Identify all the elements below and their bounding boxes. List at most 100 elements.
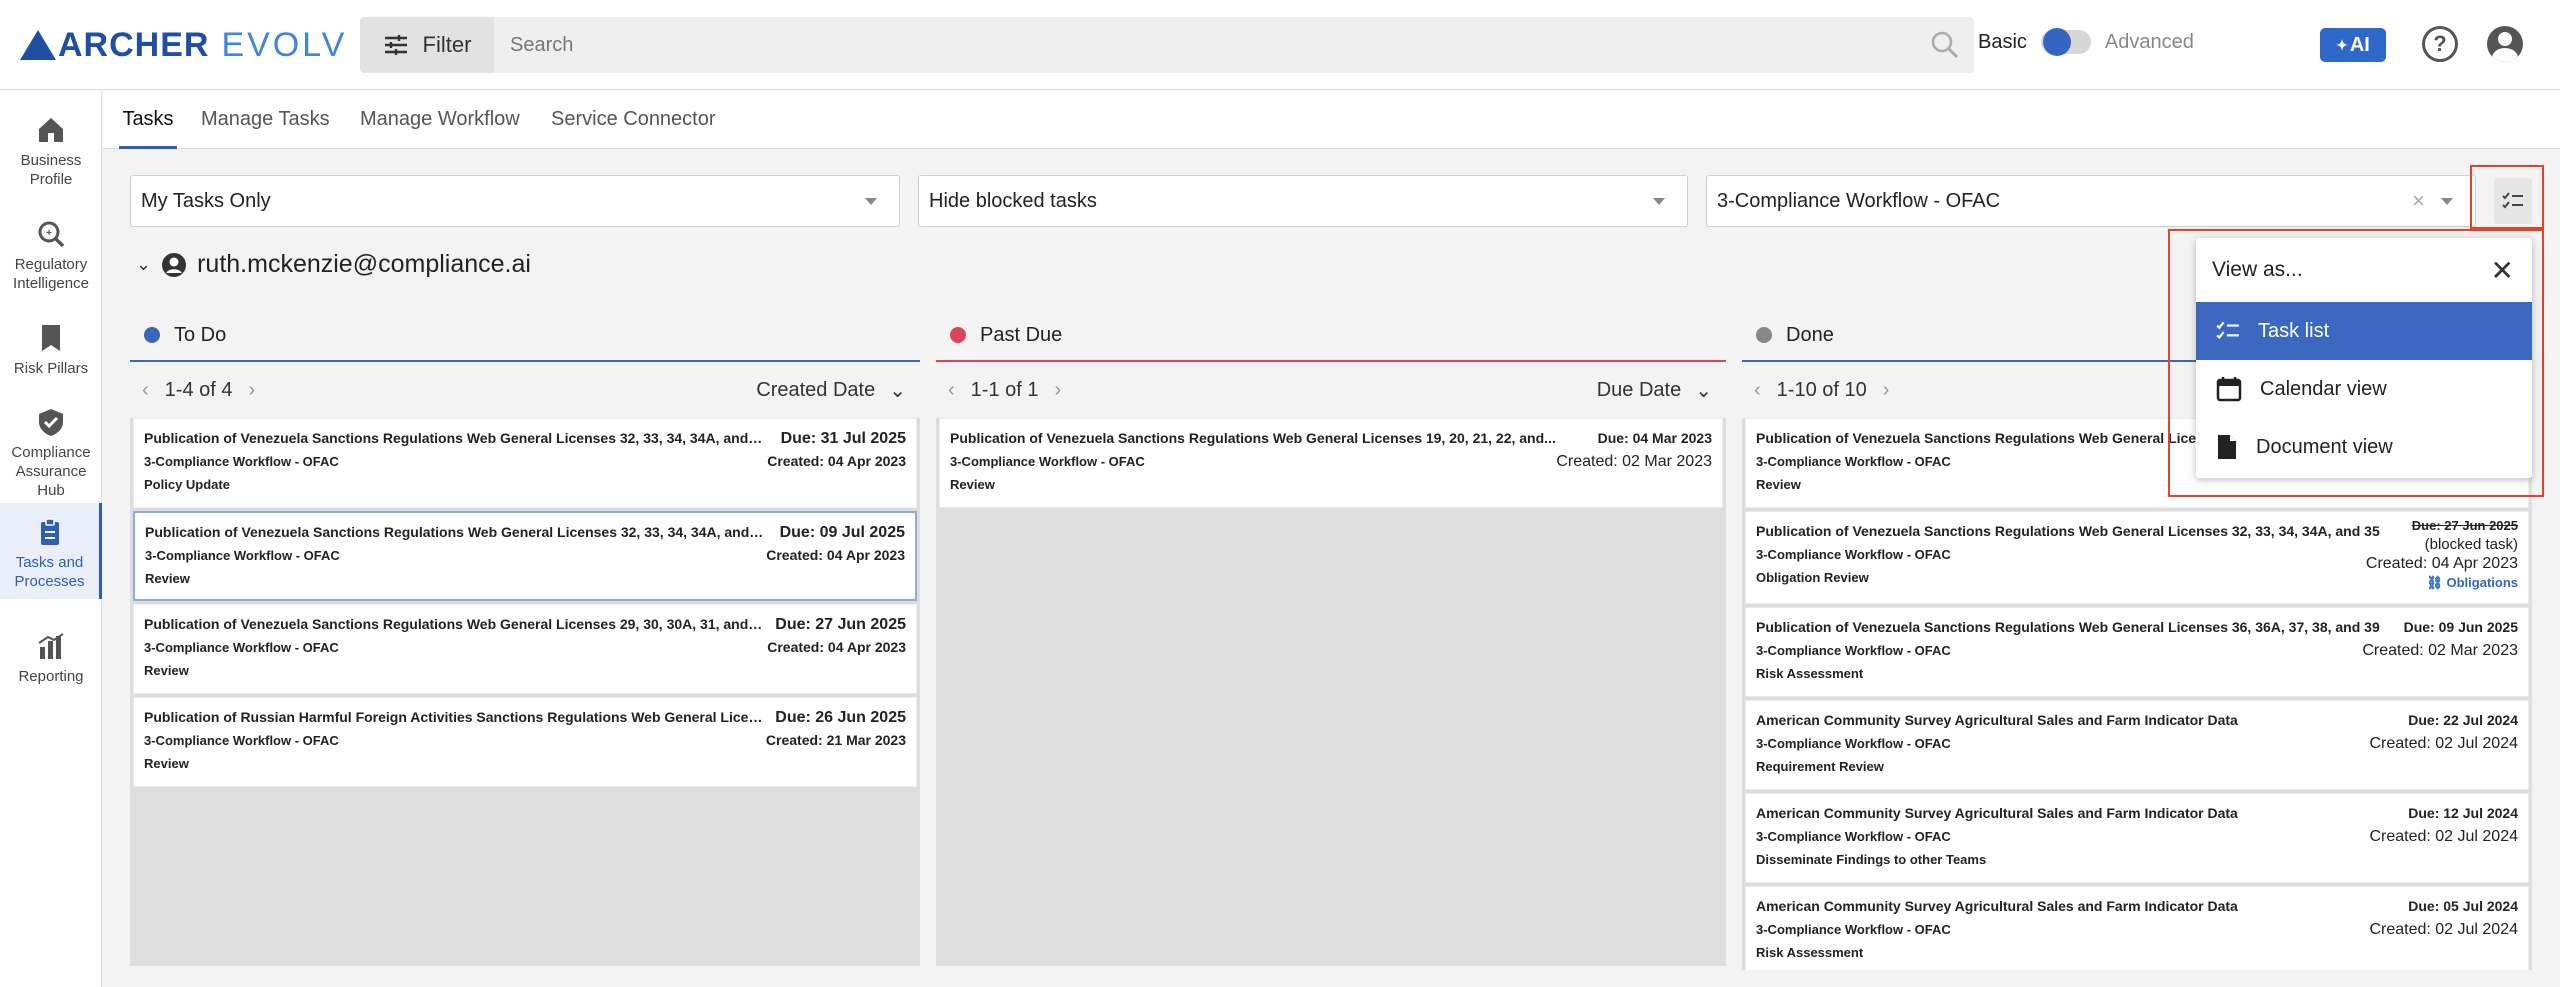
ai-button[interactable]: ✦ AI <box>2320 28 2386 62</box>
task-title: Publication of Venezuela Sanctions Regul… <box>1756 523 2380 539</box>
task-card[interactable]: Publication of Venezuela Sanctions Regul… <box>1745 511 2529 604</box>
task-card[interactable]: Publication of Venezuela Sanctions Regul… <box>1745 607 2529 697</box>
tab-service-connector[interactable]: Service Connector <box>551 91 716 149</box>
blocked-tasks-value: Hide blocked tasks <box>929 189 1097 212</box>
chevron-left-icon[interactable]: ‹ <box>1754 379 1761 402</box>
task-card[interactable]: American Community Survey Agricultural S… <box>1745 700 2529 790</box>
tab-bar: Tasks Manage Tasks Manage Workflow Servi… <box>103 91 2560 149</box>
sidebar-item-label: Compliance Assurance Hub <box>11 444 91 499</box>
column-title: Done <box>1786 323 1834 346</box>
user-email: ruth.mckenzie@compliance.ai <box>197 250 531 278</box>
sidebar-item-risk-pillars[interactable]: Risk Pillars <box>0 313 102 388</box>
chevron-left-icon[interactable]: ‹ <box>948 379 955 402</box>
column-todo: To Do ‹ 1-4 of 4 › Created Date ⌄ Publica… <box>130 310 920 970</box>
card-list: Publication of Venezuela Sanctions Regul… <box>130 418 920 966</box>
mode-switch[interactable] <box>2040 28 2091 56</box>
chevron-down-icon: ⌄ <box>889 379 906 402</box>
task-card[interactable]: Publication of Venezuela Sanctions Regul… <box>133 418 917 508</box>
chevron-down-icon <box>865 198 877 205</box>
chevron-left-icon[interactable]: ‹ <box>142 379 149 402</box>
sidebar-item-reporting[interactable]: Reporting <box>0 621 102 696</box>
sidebar-item-regulatory-intelligence[interactable]: + Regulatory Intelligence <box>0 209 102 303</box>
tab-tasks[interactable]: Tasks <box>119 91 177 149</box>
task-created: Created: 04 Apr 2023 <box>2365 555 2518 572</box>
highlight-box-view-button <box>2470 165 2544 229</box>
task-card[interactable]: Publication of Venezuela Sanctions Regul… <box>133 604 917 694</box>
column-pager: ‹ 1-1 of 1 › Due Date ⌄ <box>936 362 1726 418</box>
sidebar-item-tasks-and-processes[interactable]: Tasks and Processes <box>0 503 102 599</box>
search-icon: + <box>38 221 65 248</box>
chevron-down-icon <box>1653 198 1665 205</box>
sort-select[interactable]: Created Date ⌄ <box>756 378 906 403</box>
task-step: Review <box>144 756 189 771</box>
task-title: Publication of Venezuela Sanctions Regul… <box>950 430 1556 446</box>
task-created: Created: 04 Apr 2023 <box>767 453 906 469</box>
task-due: Due: 04 Mar 2023 <box>1597 430 1712 446</box>
column-header: To Do <box>130 310 920 362</box>
task-card[interactable]: Publication of Venezuela Sanctions Regul… <box>939 418 1723 508</box>
task-step: Review <box>950 477 995 492</box>
workflow-select[interactable]: 3-Compliance Workflow - OFAC × <box>1706 175 2476 227</box>
search-input[interactable] <box>508 32 1930 58</box>
filter-label: Filter <box>422 32 472 57</box>
obligations-link[interactable]: ⛓ Obligations <box>2366 573 2518 592</box>
chevron-down-icon[interactable]: ⌄ <box>136 254 151 275</box>
task-title: American Community Survey Agricultural S… <box>1756 805 2238 821</box>
chevron-right-icon[interactable]: › <box>249 379 256 402</box>
task-card[interactable]: Publication of Venezuela Sanctions Regul… <box>133 511 917 601</box>
task-due: Due: 09 Jul 2025 <box>779 524 905 541</box>
blocked-tasks-select[interactable]: Hide blocked tasks <box>918 175 1688 227</box>
task-title: Publication of Venezuela Sanctions Regul… <box>1756 619 2380 635</box>
task-created: Created: 02 Mar 2023 <box>2362 642 2518 659</box>
task-title: Publication of Venezuela Sanctions Regul… <box>144 430 764 446</box>
task-step: Risk Assessment <box>1756 666 1864 681</box>
chevron-right-icon[interactable]: › <box>1055 379 1062 402</box>
ai-label: AI <box>2349 33 2370 56</box>
archer-evolv-logo[interactable]: ARCHER EVOLV <box>20 26 347 64</box>
task-created: Created: 04 Apr 2023 <box>766 547 905 563</box>
workflow-value: 3-Compliance Workflow - OFAC <box>1717 189 2001 212</box>
task-due: Due: 26 Jun 2025 <box>775 709 906 726</box>
highlight-box-view-menu <box>2168 229 2544 497</box>
task-owner-value: My Tasks Only <box>141 189 271 212</box>
top-bar: ARCHER EVOLV Filter Basic Advanced ✦AI ? <box>0 0 2560 90</box>
task-card[interactable]: Publication of Russian Harmful Foreign A… <box>133 697 917 787</box>
tab-manage-tasks[interactable]: Manage Tasks <box>201 91 330 149</box>
user-account-icon[interactable] <box>2487 26 2523 62</box>
filter-button[interactable]: Filter <box>360 17 494 73</box>
task-due: Due: 12 Jul 2024 <box>2408 805 2518 821</box>
task-due: Due: 09 Jun 2025 <box>2403 619 2518 635</box>
link-icon: ⛓ <box>2426 575 2443 590</box>
sidebar-item-label: Reporting <box>18 668 84 685</box>
chevron-right-icon[interactable]: › <box>1883 379 1890 402</box>
sidebar-item-compliance-assurance-hub[interactable]: Compliance Assurance Hub <box>0 397 102 510</box>
help-icon[interactable]: ? <box>2422 26 2458 62</box>
task-title: American Community Survey Agricultural S… <box>1756 898 2238 914</box>
task-step: Review <box>145 571 190 586</box>
task-title: Publication of Russian Harmful Foreign A… <box>144 709 764 725</box>
task-created: Created: 02 Jul 2024 <box>2369 735 2518 752</box>
sidebar-item-business-profile[interactable]: Business Profile <box>0 105 102 199</box>
search-bar <box>494 17 1974 73</box>
task-owner-select[interactable]: My Tasks Only <box>130 175 900 227</box>
clear-icon[interactable]: × <box>2412 188 2425 214</box>
sort-select[interactable]: Due Date ⌄ <box>1597 378 1712 403</box>
pager-count: 1-4 of 4 <box>164 378 233 401</box>
task-step: Review <box>144 663 189 678</box>
task-title: Publication of Venezuela Sanctions Regul… <box>144 616 764 632</box>
check-circle-icon <box>1756 327 1772 343</box>
task-title: Publication of Venezuela Sanctions Regul… <box>145 524 765 540</box>
logo-text-archer: ARCHER <box>58 25 210 64</box>
task-step: Disseminate Findings to other Teams <box>1756 852 1987 867</box>
switch-knob <box>2042 28 2071 56</box>
archer-logo-mark-icon <box>20 30 56 60</box>
search-icon[interactable] <box>1930 30 1960 60</box>
user-group-header[interactable]: ⌄ ruth.mckenzie@compliance.ai <box>136 250 531 279</box>
task-card[interactable]: American Community Survey Agricultural S… <box>1745 793 2529 883</box>
chevron-down-icon <box>2441 198 2453 205</box>
task-due: Due: 31 Jul 2025 <box>780 430 906 447</box>
clipboard-icon <box>40 518 59 545</box>
logo-text-evolv: EVOLV <box>221 25 348 64</box>
tab-manage-workflow[interactable]: Manage Workflow <box>360 91 520 149</box>
task-card[interactable]: American Community Survey Agricultural S… <box>1745 886 2529 970</box>
